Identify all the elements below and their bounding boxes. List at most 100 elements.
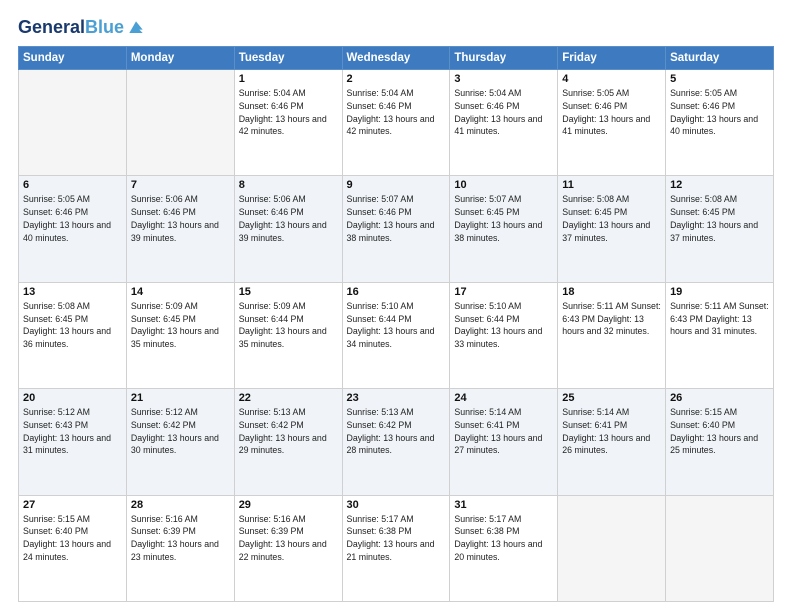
calendar-cell: 30Sunrise: 5:17 AM Sunset: 6:38 PM Dayli…: [342, 495, 450, 601]
calendar-cell: 3 Sunrise: 5:04 AM Sunset: 6:46 PM Daylig…: [450, 70, 558, 176]
day-info: Sunrise: 5:06 AM Sunset: 6:46 PM Dayligh…: [239, 193, 338, 244]
calendar: SundayMondayTuesdayWednesdayThursdayFrid…: [18, 46, 774, 602]
calendar-cell: 27 Sunrise: 5:15 AM Sunset: 6:40 PM Dayli…: [19, 495, 127, 601]
day-info: Sunrise: 5:15 AM Sunset: 6:40 PM Dayligh…: [670, 406, 769, 457]
day-number: 6: [23, 179, 122, 191]
day-number: 7: [131, 179, 230, 191]
day-number: 3: [454, 73, 553, 85]
day-info: Sunrise: 5:16 AM Sunset: 6:39 PM Dayligh…: [239, 513, 338, 564]
calendar-cell: 16Sunrise: 5:10 AM Sunset: 6:44 PM Dayli…: [342, 282, 450, 388]
weekday-header-tuesday: Tuesday: [234, 47, 342, 70]
day-number: 22: [239, 392, 338, 404]
day-number: 12: [670, 179, 769, 191]
weekday-header-saturday: Saturday: [666, 47, 774, 70]
day-number: 5: [670, 73, 769, 85]
day-info: Sunrise: 5:11 AM Sunset: 6:43 PM Dayligh…: [562, 300, 661, 338]
logo-icon: [126, 18, 146, 38]
day-number: 17: [454, 286, 553, 298]
day-number: 2: [347, 73, 446, 85]
weekday-header-thursday: Thursday: [450, 47, 558, 70]
day-number: 11: [562, 179, 661, 191]
calendar-cell: 8 Sunrise: 5:06 AM Sunset: 6:46 PM Daylig…: [234, 176, 342, 282]
calendar-week-row: 6 Sunrise: 5:05 AM Sunset: 6:46 PM Daylig…: [19, 176, 774, 282]
calendar-cell: 14 Sunrise: 5:09 AM Sunset: 6:45 PM Dayli…: [126, 282, 234, 388]
day-info: Sunrise: 5:12 AM Sunset: 6:43 PM Dayligh…: [23, 406, 122, 457]
calendar-cell: [666, 495, 774, 601]
day-info: Sunrise: 5:05 AM Sunset: 6:46 PM Dayligh…: [23, 193, 122, 244]
calendar-week-row: 1 Sunrise: 5:04 AM Sunset: 6:46 PM Daylig…: [19, 70, 774, 176]
day-info: Sunrise: 5:10 AM Sunset: 6:44 PM Dayligh…: [347, 300, 446, 351]
day-number: 15: [239, 286, 338, 298]
day-number: 28: [131, 499, 230, 511]
day-number: 14: [131, 286, 230, 298]
day-number: 29: [239, 499, 338, 511]
calendar-cell: 1 Sunrise: 5:04 AM Sunset: 6:46 PM Daylig…: [234, 70, 342, 176]
calendar-cell: [19, 70, 127, 176]
day-info: Sunrise: 5:09 AM Sunset: 6:45 PM Dayligh…: [131, 300, 230, 351]
calendar-cell: 28Sunrise: 5:16 AM Sunset: 6:39 PM Dayli…: [126, 495, 234, 601]
logo: GeneralBlue: [18, 18, 146, 38]
logo-text: GeneralBlue: [18, 18, 124, 38]
calendar-cell: 21 Sunrise: 5:12 AM Sunset: 6:42 PM Dayli…: [126, 389, 234, 495]
day-number: 20: [23, 392, 122, 404]
day-number: 18: [562, 286, 661, 298]
calendar-cell: [558, 495, 666, 601]
weekday-header-sunday: Sunday: [19, 47, 127, 70]
day-number: 19: [670, 286, 769, 298]
day-info: Sunrise: 5:12 AM Sunset: 6:42 PM Dayligh…: [131, 406, 230, 457]
day-number: 21: [131, 392, 230, 404]
day-number: 10: [454, 179, 553, 191]
day-info: Sunrise: 5:07 AM Sunset: 6:45 PM Dayligh…: [454, 193, 553, 244]
day-number: 31: [454, 499, 553, 511]
day-number: 25: [562, 392, 661, 404]
day-number: 13: [23, 286, 122, 298]
day-info: Sunrise: 5:14 AM Sunset: 6:41 PM Dayligh…: [454, 406, 553, 457]
day-info: Sunrise: 5:17 AM Sunset: 6:38 PM Dayligh…: [347, 513, 446, 564]
day-number: 1: [239, 73, 338, 85]
calendar-week-row: 27 Sunrise: 5:15 AM Sunset: 6:40 PM Dayli…: [19, 495, 774, 601]
calendar-cell: 4 Sunrise: 5:05 AM Sunset: 6:46 PM Daylig…: [558, 70, 666, 176]
day-info: Sunrise: 5:04 AM Sunset: 6:46 PM Dayligh…: [454, 87, 553, 138]
day-number: 24: [454, 392, 553, 404]
calendar-cell: 26 Sunrise: 5:15 AM Sunset: 6:40 PM Dayli…: [666, 389, 774, 495]
calendar-cell: [126, 70, 234, 176]
day-number: 8: [239, 179, 338, 191]
calendar-cell: 24 Sunrise: 5:14 AM Sunset: 6:41 PM Dayli…: [450, 389, 558, 495]
weekday-header-row: SundayMondayTuesdayWednesdayThursdayFrid…: [19, 47, 774, 70]
calendar-cell: 31Sunrise: 5:17 AM Sunset: 6:38 PM Dayli…: [450, 495, 558, 601]
calendar-cell: 6 Sunrise: 5:05 AM Sunset: 6:46 PM Daylig…: [19, 176, 127, 282]
calendar-cell: 18 Sunrise: 5:11 AM Sunset: 6:43 PM Dayli…: [558, 282, 666, 388]
calendar-week-row: 13 Sunrise: 5:08 AM Sunset: 6:45 PM Dayli…: [19, 282, 774, 388]
day-number: 26: [670, 392, 769, 404]
weekday-header-friday: Friday: [558, 47, 666, 70]
calendar-cell: 5 Sunrise: 5:05 AM Sunset: 6:46 PM Daylig…: [666, 70, 774, 176]
calendar-cell: 7Sunrise: 5:06 AM Sunset: 6:46 PM Daylig…: [126, 176, 234, 282]
calendar-cell: 25 Sunrise: 5:14 AM Sunset: 6:41 PM Dayli…: [558, 389, 666, 495]
day-info: Sunrise: 5:10 AM Sunset: 6:44 PM Dayligh…: [454, 300, 553, 351]
header: GeneralBlue: [18, 18, 774, 38]
calendar-cell: 10 Sunrise: 5:07 AM Sunset: 6:45 PM Dayli…: [450, 176, 558, 282]
day-number: 27: [23, 499, 122, 511]
day-info: Sunrise: 5:07 AM Sunset: 6:46 PM Dayligh…: [347, 193, 446, 244]
calendar-cell: 13 Sunrise: 5:08 AM Sunset: 6:45 PM Dayli…: [19, 282, 127, 388]
calendar-week-row: 20 Sunrise: 5:12 AM Sunset: 6:43 PM Dayli…: [19, 389, 774, 495]
day-number: 4: [562, 73, 661, 85]
day-info: Sunrise: 5:04 AM Sunset: 6:46 PM Dayligh…: [239, 87, 338, 138]
day-number: 9: [347, 179, 446, 191]
day-info: Sunrise: 5:08 AM Sunset: 6:45 PM Dayligh…: [23, 300, 122, 351]
day-info: Sunrise: 5:05 AM Sunset: 6:46 PM Dayligh…: [562, 87, 661, 138]
day-number: 23: [347, 392, 446, 404]
day-info: Sunrise: 5:13 AM Sunset: 6:42 PM Dayligh…: [347, 406, 446, 457]
day-info: Sunrise: 5:05 AM Sunset: 6:46 PM Dayligh…: [670, 87, 769, 138]
calendar-cell: 17 Sunrise: 5:10 AM Sunset: 6:44 PM Dayli…: [450, 282, 558, 388]
calendar-cell: 19Sunrise: 5:11 AM Sunset: 6:43 PM Dayli…: [666, 282, 774, 388]
day-info: Sunrise: 5:04 AM Sunset: 6:46 PM Dayligh…: [347, 87, 446, 138]
calendar-cell: 20 Sunrise: 5:12 AM Sunset: 6:43 PM Dayli…: [19, 389, 127, 495]
weekday-header-wednesday: Wednesday: [342, 47, 450, 70]
day-info: Sunrise: 5:08 AM Sunset: 6:45 PM Dayligh…: [562, 193, 661, 244]
day-info: Sunrise: 5:15 AM Sunset: 6:40 PM Dayligh…: [23, 513, 122, 564]
day-info: Sunrise: 5:14 AM Sunset: 6:41 PM Dayligh…: [562, 406, 661, 457]
day-info: Sunrise: 5:08 AM Sunset: 6:45 PM Dayligh…: [670, 193, 769, 244]
day-info: Sunrise: 5:09 AM Sunset: 6:44 PM Dayligh…: [239, 300, 338, 351]
page: GeneralBlue SundayMondayTuesdayWednesday…: [0, 0, 792, 612]
